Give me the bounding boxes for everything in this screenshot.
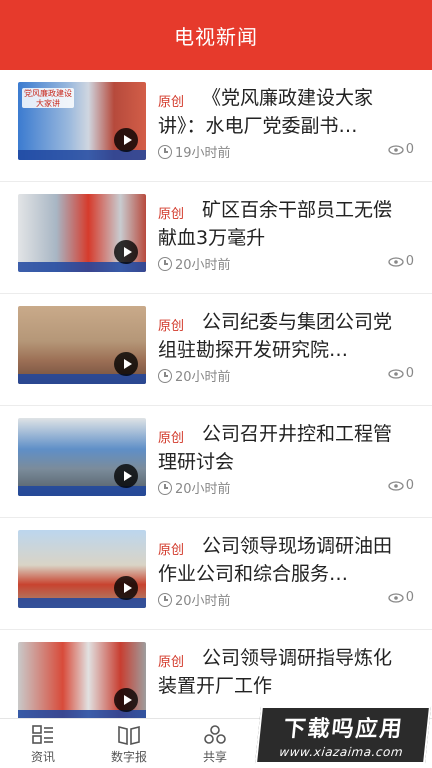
view-count: 0 xyxy=(388,142,414,157)
news-title[interactable]: 公司召开井控和工程管理研讨会 xyxy=(158,420,402,476)
tab-label: 数字报 xyxy=(110,749,147,764)
news-thumbnail[interactable] xyxy=(18,530,146,608)
news-item[interactable]: 原创 矿区百余干部员工无偿献血3万毫升 20小时前 0 xyxy=(0,182,432,294)
play-icon[interactable] xyxy=(114,464,138,488)
site-watermark: 下载吗应用 www.xiazaima.com xyxy=(254,706,432,764)
news-title[interactable]: 公司纪委与集团公司党组驻勘探开发研究院… xyxy=(158,308,402,364)
eye-icon xyxy=(388,256,404,267)
news-item[interactable]: 原创 公司领导调研指导炼化装置开厂工作 xyxy=(0,630,432,718)
news-thumbnail[interactable] xyxy=(18,306,146,384)
news-item[interactable]: 党风廉政建设 大家讲 原创 《党风廉政建设大家讲》：水电厂党委副书… 19小时前… xyxy=(0,70,432,182)
tab-label: 资讯 xyxy=(30,749,55,764)
app-header: 电视新闻 xyxy=(0,0,432,70)
thumbnail-caption: 党风廉政建设 大家讲 xyxy=(22,88,74,108)
play-icon[interactable] xyxy=(114,688,138,712)
tab-share[interactable]: 共享 xyxy=(172,719,258,768)
clock-icon xyxy=(158,256,172,271)
newspaper-icon xyxy=(118,725,140,745)
news-time: 20小时前 xyxy=(158,478,231,497)
share-circles-icon xyxy=(204,724,226,744)
play-icon[interactable] xyxy=(114,352,138,376)
page-title: 电视新闻 xyxy=(174,24,258,49)
news-thumbnail[interactable] xyxy=(18,418,146,496)
play-icon[interactable] xyxy=(114,128,138,152)
news-title[interactable]: 矿区百余干部员工无偿献血3万毫升 xyxy=(158,196,402,252)
news-title[interactable]: 公司领导调研指导炼化装置开厂工作 xyxy=(158,644,402,700)
play-icon[interactable] xyxy=(114,240,138,264)
clock-icon xyxy=(158,480,172,495)
eye-icon xyxy=(388,480,404,491)
news-time: 20小时前 xyxy=(158,254,231,273)
clock-icon xyxy=(158,144,172,159)
news-title[interactable]: 《党风廉政建设大家讲》：水电厂党委副书… xyxy=(158,84,402,140)
news-list[interactable]: 党风廉政建设 大家讲 原创 《党风廉政建设大家讲》：水电厂党委副书… 19小时前… xyxy=(0,70,432,718)
news-item[interactable]: 原创 公司召开井控和工程管理研讨会 20小时前 0 xyxy=(0,406,432,518)
eye-icon xyxy=(388,592,404,603)
watermark-title: 下载吗应用 xyxy=(282,717,405,742)
news-time: 19小时前 xyxy=(158,142,231,161)
clock-icon xyxy=(158,368,172,383)
tab-label: 共享 xyxy=(202,749,227,764)
watermark-url: www.xiazaima.com xyxy=(278,745,404,759)
news-item[interactable]: 原创 公司领导现场调研油田作业公司和综合服务… 20小时前 0 xyxy=(0,518,432,630)
news-title[interactable]: 公司领导现场调研油田作业公司和综合服务… xyxy=(158,532,402,588)
news-item[interactable]: 原创 公司纪委与集团公司党组驻勘探开发研究院… 20小时前 0 xyxy=(0,294,432,406)
tab-news[interactable]: 资讯 xyxy=(0,719,86,768)
news-time: 20小时前 xyxy=(158,590,231,609)
view-count: 0 xyxy=(388,254,414,269)
news-list-icon xyxy=(32,724,53,744)
clock-icon xyxy=(158,592,172,607)
news-time: 20小时前 xyxy=(158,366,231,385)
view-count: 0 xyxy=(388,366,414,381)
eye-icon xyxy=(388,144,404,155)
news-thumbnail[interactable]: 党风廉政建设 大家讲 xyxy=(18,82,146,160)
eye-icon xyxy=(388,368,404,379)
news-thumbnail[interactable] xyxy=(18,642,146,718)
view-count: 0 xyxy=(388,590,414,605)
news-thumbnail[interactable] xyxy=(18,194,146,272)
tab-digital-paper[interactable]: 数字报 xyxy=(86,719,172,768)
play-icon[interactable] xyxy=(114,576,138,600)
view-count: 0 xyxy=(388,478,414,493)
